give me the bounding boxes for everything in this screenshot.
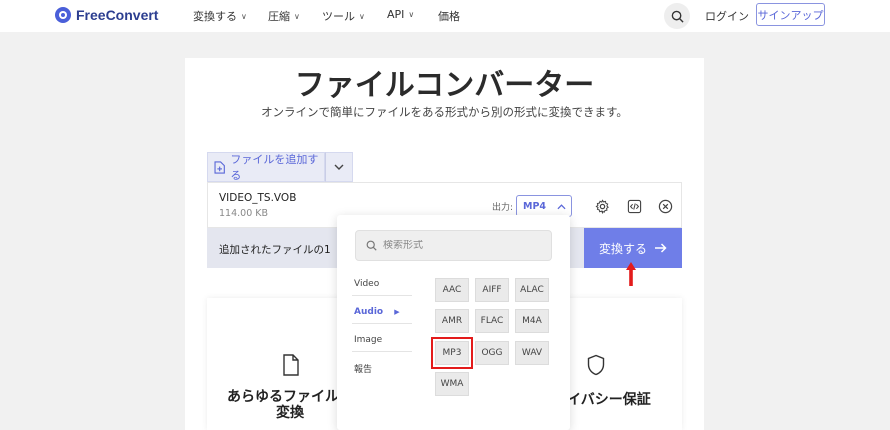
nav-item-api[interactable]: API ∨ bbox=[387, 8, 414, 21]
remove-file-button[interactable] bbox=[656, 197, 674, 215]
feature-title-any-file: あらゆるファイル 変換 bbox=[227, 389, 347, 421]
divider bbox=[352, 295, 412, 296]
format-wma[interactable]: WMA bbox=[435, 372, 469, 396]
nav-item-tools[interactable]: ツール ∨ bbox=[322, 8, 365, 24]
chevron-down-icon: ∨ bbox=[359, 11, 365, 21]
search-icon bbox=[366, 240, 377, 251]
logo[interactable]: FreeConvert bbox=[55, 5, 158, 25]
nav-item-compress[interactable]: 圧縮 ∨ bbox=[268, 8, 300, 24]
format-amr[interactable]: AMR bbox=[435, 309, 469, 333]
chevron-down-icon: ∨ bbox=[294, 11, 300, 21]
login-link[interactable]: ログイン bbox=[705, 8, 749, 24]
chevron-down-icon: ∨ bbox=[408, 10, 415, 19]
output-label: 出力: bbox=[492, 203, 514, 213]
embed-code-button[interactable] bbox=[625, 197, 643, 215]
chevron-down-icon bbox=[334, 164, 344, 170]
add-files-dropdown[interactable] bbox=[325, 152, 353, 182]
code-icon bbox=[627, 199, 641, 213]
feature-title-line: 変換 bbox=[276, 405, 304, 421]
mp3-highlight-box bbox=[431, 337, 473, 369]
format-alac[interactable]: ALAC bbox=[515, 278, 549, 302]
category-audio[interactable]: Audio ▶ bbox=[354, 307, 400, 317]
nav-item-pricing[interactable]: 価格 bbox=[438, 8, 460, 24]
convert-label: 変換する bbox=[598, 241, 647, 256]
add-files-label: ファイルを追加する bbox=[230, 153, 319, 182]
format-search-box[interactable] bbox=[355, 230, 552, 261]
gear-icon bbox=[595, 198, 609, 214]
output-format-value: MP4 bbox=[523, 200, 547, 212]
format-aac[interactable]: AAC bbox=[435, 278, 469, 302]
nav-item-label: ツール bbox=[322, 10, 355, 23]
format-wav[interactable]: WAV bbox=[515, 341, 549, 365]
shield-icon bbox=[587, 354, 605, 376]
page-title: ファイルコンバーター bbox=[294, 68, 595, 103]
search-icon bbox=[671, 10, 684, 23]
format-aiff[interactable]: AIFF bbox=[475, 278, 509, 302]
category-image[interactable]: Image bbox=[354, 335, 382, 345]
added-files-text: 追加されたファイルの1 bbox=[219, 244, 331, 256]
chevron-up-icon bbox=[557, 204, 566, 210]
nav-item-label: 圧縮 bbox=[268, 10, 290, 23]
category-label: Audio bbox=[354, 307, 384, 317]
feature-title-line: あらゆるファイル bbox=[227, 389, 339, 405]
signup-button[interactable]: サインアップ bbox=[756, 3, 825, 26]
format-m4a[interactable]: M4A bbox=[515, 309, 549, 333]
nav-item-label: API bbox=[387, 8, 405, 21]
format-flac[interactable]: FLAC bbox=[475, 309, 509, 333]
divider bbox=[352, 351, 412, 352]
format-search-input[interactable] bbox=[383, 240, 533, 251]
output-format-select[interactable]: MP4 bbox=[516, 195, 572, 217]
caret-right-icon: ▶ bbox=[394, 308, 400, 316]
logo-text: FreeConvert bbox=[76, 7, 159, 23]
settings-button[interactable] bbox=[593, 197, 611, 215]
nav-item-label: 変換する bbox=[193, 10, 237, 23]
add-file-icon bbox=[214, 160, 225, 174]
file-name: VIDEO_TS.VOB bbox=[219, 192, 297, 204]
add-files-button[interactable]: ファイルを追加する bbox=[207, 152, 325, 182]
feature-title-privacy: イバシー保証 bbox=[567, 392, 651, 408]
category-document[interactable]: 報告 bbox=[354, 362, 372, 375]
page-subtitle: オンラインで簡単にファイルをある形式から別の形式に変換できます。 bbox=[261, 105, 628, 119]
divider bbox=[352, 323, 412, 324]
chevron-down-icon: ∨ bbox=[241, 11, 247, 21]
top-nav: FreeConvert 変換する ∨ 圧縮 ∨ ツール ∨ API ∨ 価格 ログイン … bbox=[0, 0, 890, 32]
close-circle-icon bbox=[658, 199, 672, 213]
arrow-right-icon bbox=[655, 243, 667, 253]
format-ogg[interactable]: OGG bbox=[475, 341, 509, 365]
search-button[interactable] bbox=[664, 3, 690, 29]
red-annotation-arrow-icon bbox=[626, 262, 636, 286]
file-size: 114.00 KB bbox=[219, 208, 269, 219]
nav-item-label: 価格 bbox=[438, 10, 460, 23]
nav-item-convert[interactable]: 変換する ∨ bbox=[193, 8, 247, 24]
logo-icon bbox=[55, 7, 71, 23]
file-icon bbox=[283, 354, 299, 376]
category-video[interactable]: Video bbox=[354, 279, 379, 289]
